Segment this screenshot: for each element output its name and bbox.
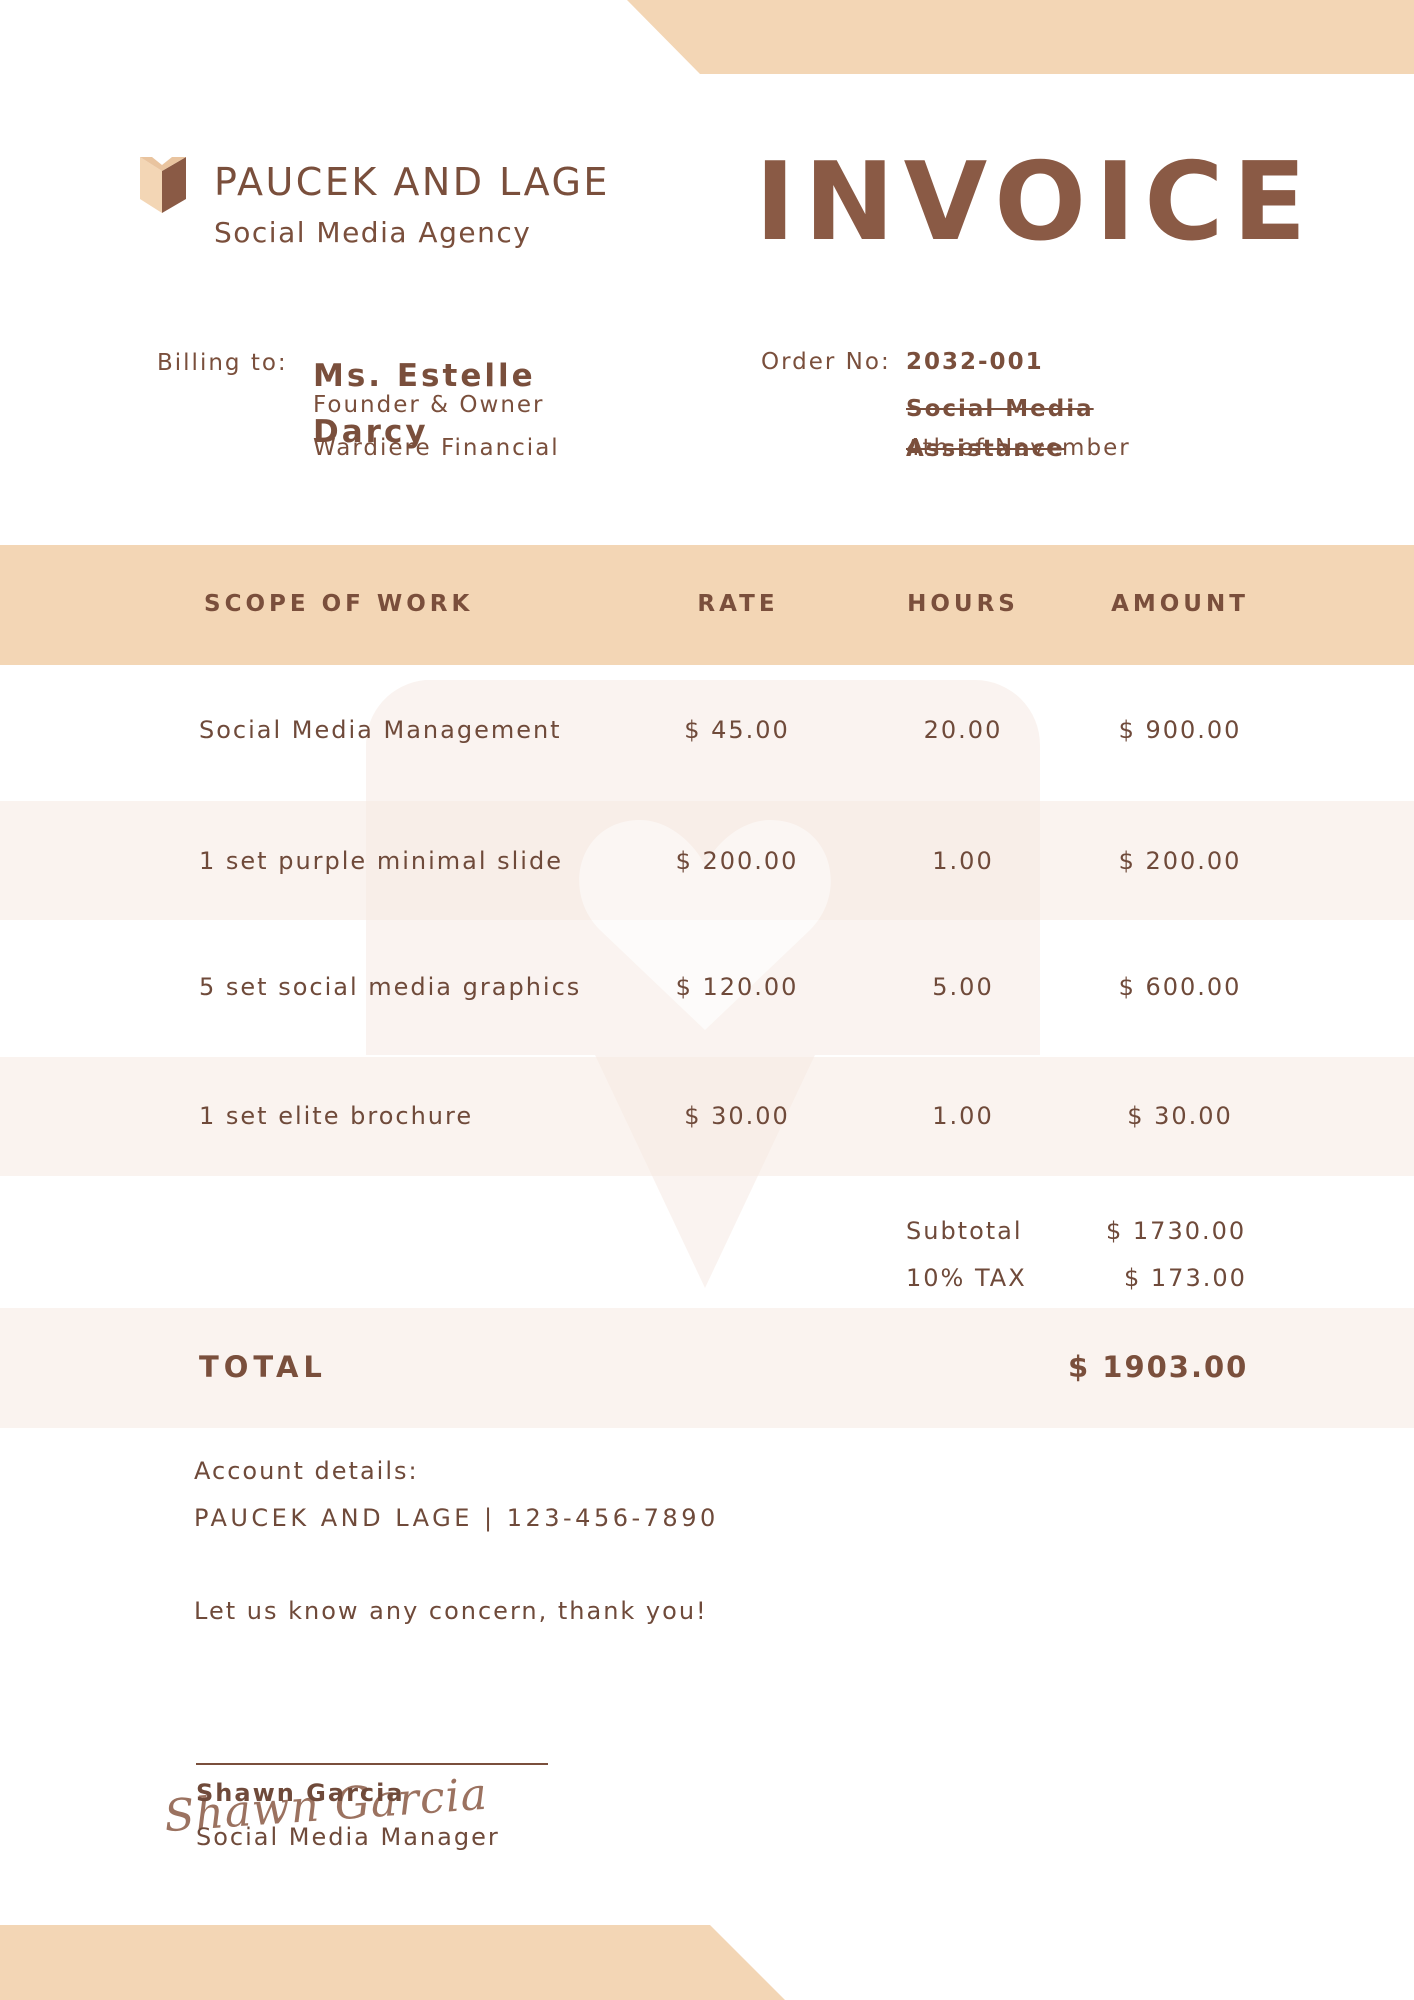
row-hours: 1.00: [932, 1102, 994, 1130]
row-hours: 20.00: [923, 716, 1003, 744]
total-label: TOTAL: [199, 1350, 327, 1384]
header-scope: SCOPE OF WORK: [204, 591, 474, 617]
order-service: Social Media Assistance: [906, 396, 1094, 462]
row-amount: $ 600.00: [1118, 973, 1242, 1001]
company-tagline: Social Media Agency: [214, 216, 532, 249]
row-rate: $ 120.00: [675, 973, 799, 1001]
signatory-name: Shawn Garcia: [196, 1779, 405, 1807]
row-hours: 1.00: [932, 847, 994, 875]
invoice-title: INVOICE: [755, 140, 1316, 265]
tax-value: $ 173.00: [1124, 1264, 1247, 1292]
top-corner-shape: [627, 0, 1414, 74]
billing-label: Billing to:: [157, 350, 288, 376]
subtotal-value: $ 1730.00: [1106, 1217, 1247, 1245]
account-details: PAUCEK AND LAGE | 123-456-7890: [194, 1504, 719, 1532]
account-label: Account details:: [194, 1457, 419, 1485]
logo-chevron-icon: [140, 157, 186, 213]
row-item: 1 set purple minimal slide: [199, 847, 563, 875]
row-amount: $ 30.00: [1127, 1102, 1233, 1130]
closing-note: Let us know any concern, thank you!: [194, 1597, 708, 1625]
row-item: 1 set elite brochure: [199, 1102, 474, 1130]
row-item: 5 set social media graphics: [199, 973, 582, 1001]
header-hours: HOURS: [907, 591, 1019, 617]
total-value: $ 1903.00: [1068, 1350, 1249, 1384]
company-name: PAUCEK AND LAGE: [214, 160, 610, 204]
row-amount: $ 900.00: [1118, 716, 1242, 744]
header-rate: RATE: [697, 591, 779, 617]
row-item: Social Media Management: [199, 716, 562, 744]
row-hours: 5.00: [932, 973, 994, 1001]
signature-line: [196, 1763, 548, 1765]
bottom-corner-shape: [0, 1925, 785, 2000]
tax-label: 10% TAX: [906, 1264, 1027, 1292]
client-role: Founder & Owner: [313, 392, 545, 418]
client-company: Wardiere Financial: [313, 435, 560, 461]
order-label: Order No:: [761, 349, 891, 375]
subtotal-label: Subtotal: [906, 1217, 1023, 1245]
row-amount: $ 200.00: [1118, 847, 1242, 875]
row-rate: $ 200.00: [675, 847, 799, 875]
header-amount: AMOUNT: [1111, 591, 1249, 617]
row-rate: $ 45.00: [684, 716, 790, 744]
signatory-title: Social Media Manager: [196, 1823, 500, 1851]
row-rate: $ 30.00: [684, 1102, 790, 1130]
order-number: 2032-001: [906, 349, 1044, 375]
